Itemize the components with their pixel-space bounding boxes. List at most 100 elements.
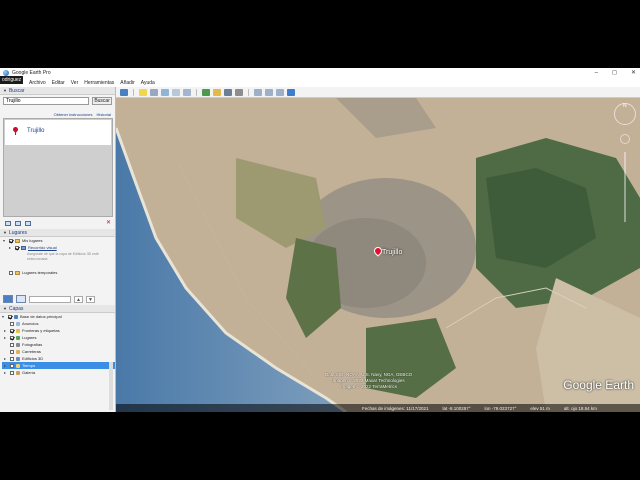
tree-item[interactable]: Lugares temporales [3, 269, 115, 276]
expand-icon[interactable]: ▾ [2, 313, 6, 320]
email-icon[interactable] [254, 88, 262, 96]
menu-ver[interactable]: Ver [71, 80, 79, 86]
expand-icon[interactable]: ▸ [9, 244, 13, 251]
roads-icon [16, 349, 20, 354]
save-image-icon[interactable] [276, 88, 284, 96]
checkbox[interactable] [9, 238, 13, 243]
sidebar-toggle-icon[interactable] [120, 88, 128, 96]
menu-editar[interactable]: Editar [52, 80, 65, 86]
layer-item[interactable]: ▸ Fronteras y etiquetas [2, 327, 115, 334]
directions-link[interactable]: Obtener instrucciones [54, 112, 93, 117]
copy-icon[interactable] [15, 220, 21, 226]
search-results: Trujillo [3, 118, 113, 217]
earth-view[interactable]: Trujillo Data SIO, NOAA, U.S. Navy, NGA,… [116, 98, 640, 412]
checkbox[interactable] [10, 342, 14, 347]
status-bar: Fechas de imágenes: 11/17/2021 lat -8.10… [116, 404, 640, 412]
search-header-label: Buscar [8, 87, 25, 94]
menu-herramientas[interactable]: Herramientas [84, 80, 114, 86]
historical-imagery-icon[interactable] [202, 88, 210, 96]
look-control[interactable] [620, 134, 630, 144]
layer-item[interactable]: Fotografías [2, 341, 115, 348]
photos-icon [16, 342, 20, 347]
layer-item[interactable]: ▸ Edificios 3D [2, 355, 115, 362]
expand-icon[interactable]: ▾ [3, 237, 7, 244]
clear-results-icon[interactable]: ✕ [106, 219, 111, 226]
tree-item[interactable]: ▾ Mis lugares [3, 237, 115, 244]
up-arrow-icon[interactable]: ▲ [74, 295, 83, 303]
buildings-icon [16, 356, 20, 361]
folder-icon[interactable] [5, 220, 11, 226]
app-window: Google Earth Pro – ◻ ✕ odriguez Archivo … [0, 68, 640, 412]
attribution-line: Imagen © 2022 TerraMetrics [340, 384, 397, 389]
gallery-icon [16, 370, 20, 375]
checkbox[interactable] [10, 363, 14, 368]
tree-item-label[interactable]: Recorrido visual [28, 244, 57, 251]
search-button[interactable]: Buscar [92, 97, 112, 105]
zoom-slider[interactable] [624, 152, 626, 222]
layer-item[interactable]: ▾ Base de datos principal [2, 313, 115, 320]
google-earth-logo: Google Earth [563, 378, 634, 392]
menu-ayuda[interactable]: Ayuda [141, 80, 155, 86]
eye-altitude: alt. ojo 18.54 km [563, 405, 597, 411]
checkbox[interactable] [10, 370, 14, 375]
folder-icon [15, 270, 20, 275]
user-badge: odriguez [0, 76, 24, 84]
path-icon[interactable] [161, 88, 169, 96]
layers-scrollbar[interactable] [109, 362, 113, 410]
placemark-add-icon[interactable] [139, 88, 147, 96]
maximize-button[interactable]: ◻ [612, 68, 617, 78]
menu-archivo[interactable]: Archivo [29, 80, 46, 86]
down-arrow-icon[interactable]: ▼ [86, 295, 95, 303]
panel-toggle-icon[interactable] [16, 295, 26, 303]
layer-item[interactable]: ▸ Lugares [2, 334, 115, 341]
places-section-header[interactable]: ▼ Lugares [0, 229, 115, 237]
places-icon [16, 335, 20, 340]
print-icon[interactable] [265, 88, 273, 96]
layers-section-header[interactable]: ▼ Capas [0, 305, 115, 313]
google-maps-icon[interactable] [287, 88, 295, 96]
checkbox[interactable] [10, 335, 14, 340]
collapse-arrow-icon: ▼ [3, 230, 7, 235]
print-icon[interactable] [25, 220, 31, 226]
longitude: lon -79.023727° [484, 405, 517, 411]
tree-item[interactable]: ▸ Recorrido visual [3, 244, 115, 251]
tree-item-label: Mis lugares [22, 238, 43, 243]
close-button[interactable]: ✕ [631, 68, 636, 78]
expand-icon[interactable]: ▸ [4, 369, 8, 376]
search-input[interactable] [3, 97, 90, 105]
checkbox[interactable] [15, 245, 19, 250]
title-bar: Google Earth Pro – ◻ ✕ [0, 68, 640, 78]
image-overlay-icon[interactable] [172, 88, 180, 96]
layer-item-selected[interactable]: ▸ Tiempo [2, 362, 115, 369]
compass-control[interactable] [614, 103, 636, 125]
sunlight-icon[interactable] [213, 88, 221, 96]
checkbox[interactable] [10, 328, 14, 333]
search-section-header[interactable]: ▼ Buscar [0, 87, 115, 95]
result-item[interactable]: Trujillo [5, 120, 111, 145]
menu-anadir[interactable]: Añadir [120, 80, 134, 86]
minimize-button[interactable]: – [595, 68, 598, 78]
places-filter-input[interactable] [29, 295, 71, 303]
city-label[interactable]: Trujillo [382, 249, 402, 256]
layers-header-label: Capas [8, 305, 24, 312]
checkbox[interactable] [10, 349, 14, 354]
places-tree: ▾ Mis lugares ▸ Recorrido visual Asegúra… [0, 237, 115, 293]
search-places-icon[interactable] [3, 295, 13, 303]
checkbox[interactable] [9, 270, 13, 275]
imagery-date: Fechas de imágenes: 11/17/2021 [362, 405, 429, 411]
checkbox[interactable] [10, 356, 14, 361]
expand-icon[interactable]: ▸ [4, 334, 8, 341]
weather-icon [16, 363, 20, 368]
planets-icon[interactable] [224, 88, 232, 96]
checkbox[interactable] [8, 314, 12, 319]
ads-icon [16, 321, 20, 326]
folder-icon [15, 238, 20, 243]
history-link[interactable]: Historial [97, 112, 111, 117]
checkbox[interactable] [10, 321, 14, 326]
menu-bar: Archivo Editar Ver Herramientas Añadir A… [0, 78, 640, 87]
layer-item[interactable]: Carreteras [2, 348, 115, 355]
layer-item[interactable]: ▸ Galería [2, 369, 115, 376]
ruler-icon[interactable] [235, 88, 243, 96]
polygon-icon[interactable] [150, 88, 158, 96]
record-tour-icon[interactable] [183, 88, 191, 96]
